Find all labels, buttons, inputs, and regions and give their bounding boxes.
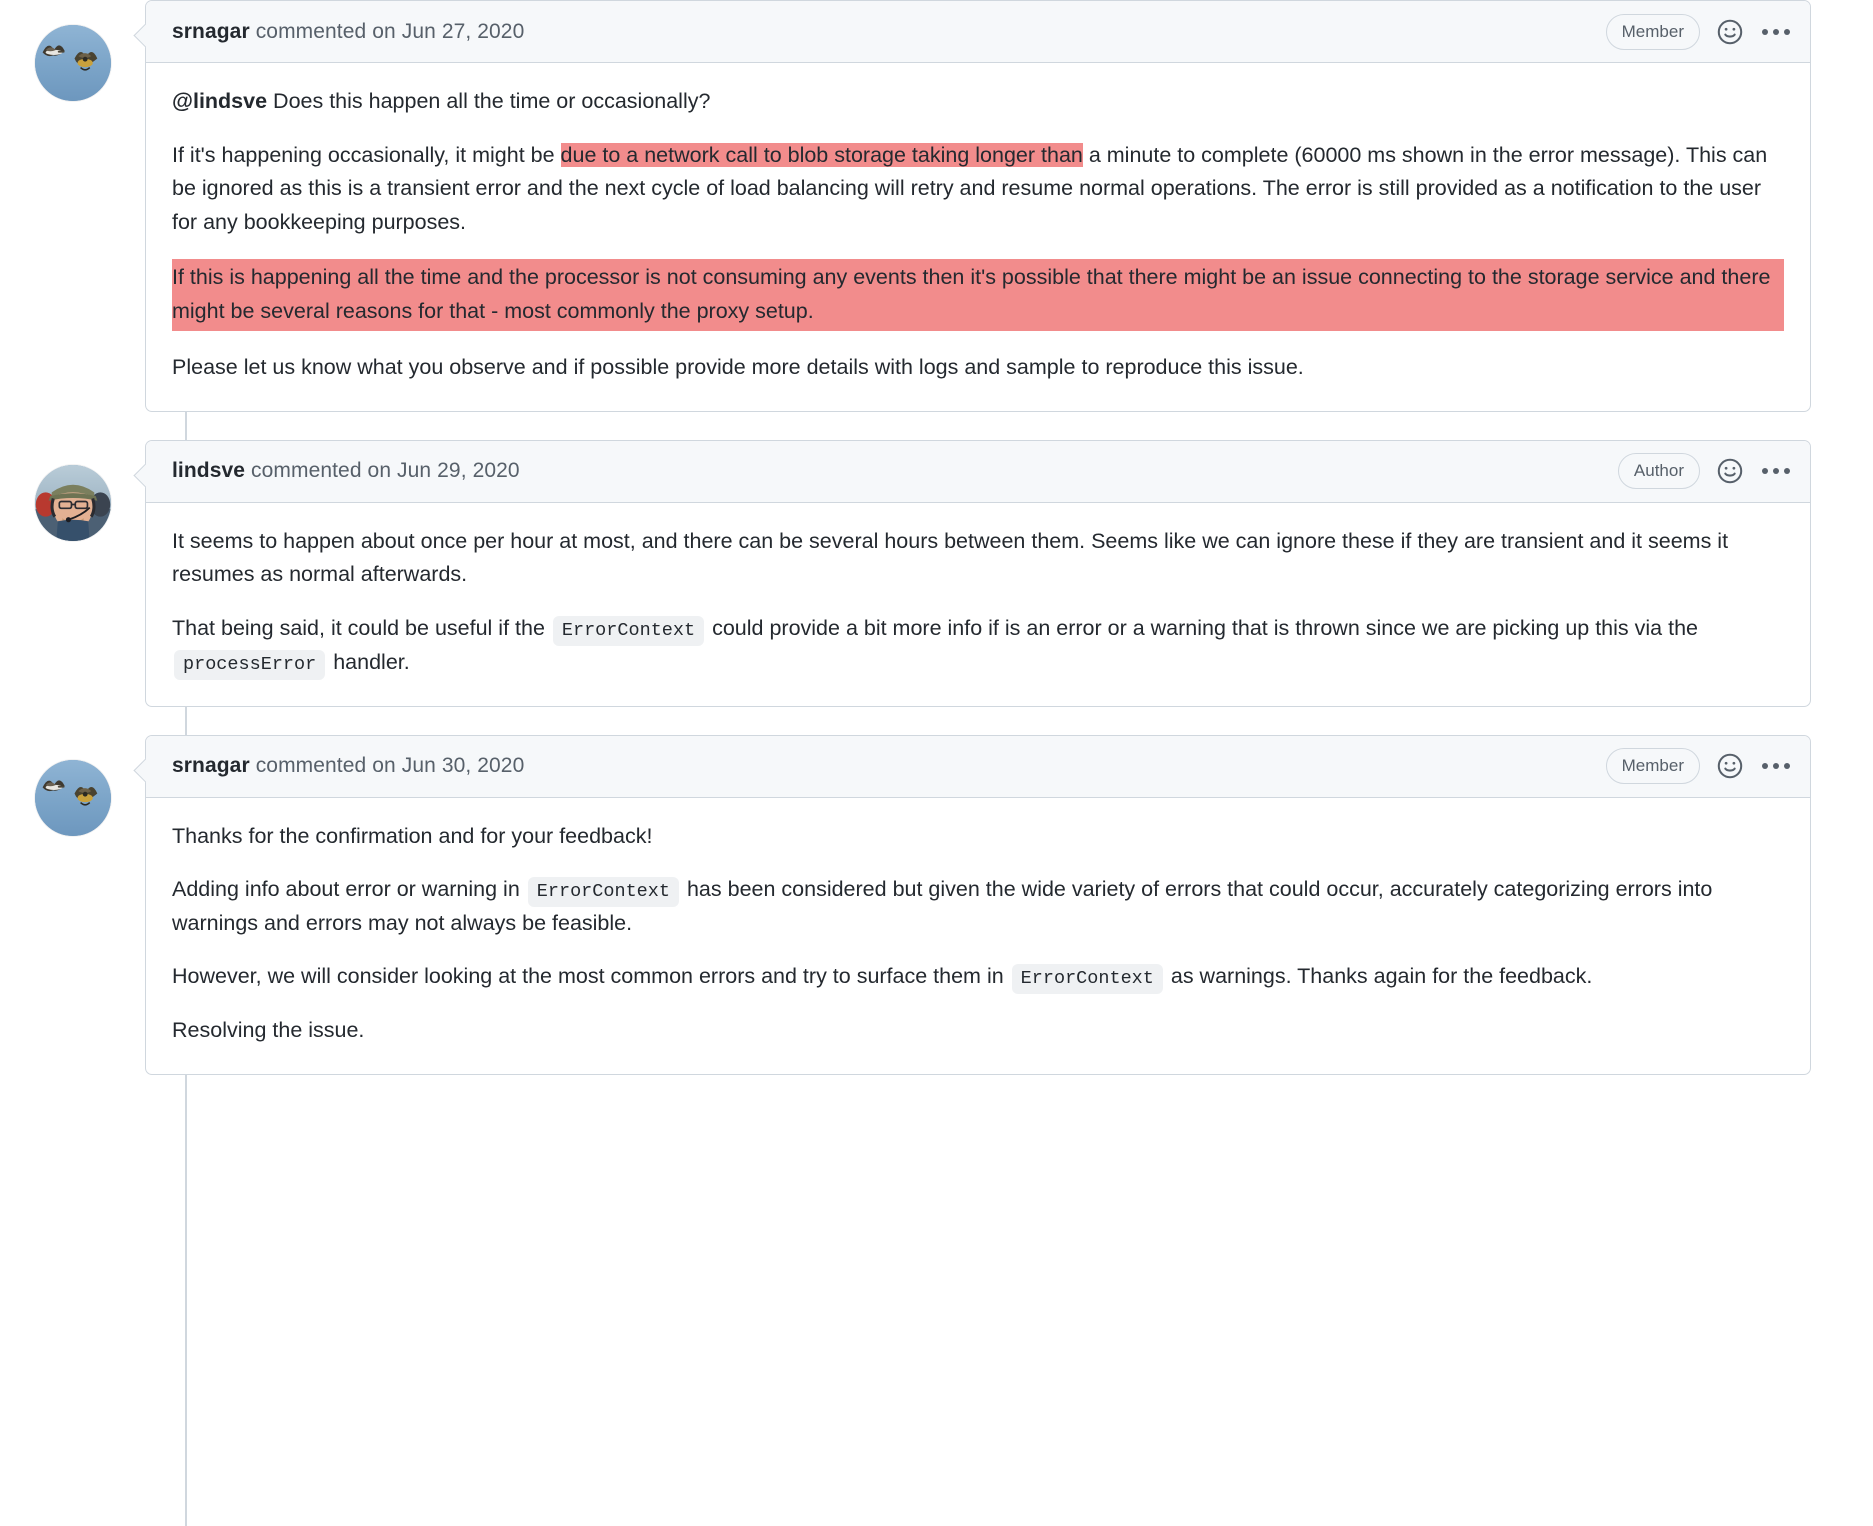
comment-body: Thanks for the confirmation and for your… bbox=[146, 798, 1810, 1074]
comment-paragraph: If it's happening occasionally, it might… bbox=[172, 139, 1784, 240]
text-run: Please let us know what you observe and … bbox=[172, 355, 1304, 380]
comment-paragraph: It seems to happen about once per hour a… bbox=[172, 525, 1784, 592]
comment-paragraph: If this is happening all the time and th… bbox=[172, 259, 1784, 332]
avatar-srnagar[interactable] bbox=[34, 25, 111, 101]
inline-code: ErrorContext bbox=[1011, 964, 1163, 995]
comment-header: lindsve commented on Jun 29, 2020 Author bbox=[146, 440, 1810, 503]
comment-author[interactable]: lindsve bbox=[172, 459, 245, 482]
kebab-horizontal-icon[interactable] bbox=[1760, 464, 1792, 478]
comment-box: lindsve commented on Jun 29, 2020 Author bbox=[145, 439, 1811, 707]
text-run: as warnings. Thanks again for the feedba… bbox=[1164, 964, 1593, 989]
comment-author[interactable]: srnagar bbox=[172, 754, 250, 777]
role-badge: Author bbox=[1617, 453, 1700, 490]
comment-paragraph: Thanks for the confirmation and for your… bbox=[172, 820, 1784, 854]
comment-timestamp: commented on Jun 29, 2020 bbox=[251, 459, 520, 483]
inline-code: ErrorContext bbox=[552, 615, 705, 646]
comment-paragraph: Please let us know what you observe and … bbox=[172, 351, 1784, 385]
text-run: Thanks for the confirmation and for your… bbox=[172, 823, 653, 848]
avatar-cell bbox=[0, 735, 145, 836]
comment-timestamp: commented on Jun 30, 2020 bbox=[255, 754, 525, 777]
comment-body: It seems to happen about once per hour a… bbox=[146, 503, 1810, 706]
text-run: If it's happening occasionally, it might… bbox=[172, 142, 561, 167]
avatar-cell bbox=[0, 0, 145, 101]
comment-byline: srnagar commented on Jun 27, 2020 bbox=[172, 20, 524, 44]
text-run: It seems to happen about once per hour a… bbox=[172, 528, 1729, 587]
smiley-icon[interactable] bbox=[1717, 458, 1743, 484]
kebab-horizontal-icon[interactable] bbox=[1760, 759, 1792, 773]
comment-paragraph: Resolving the issue. bbox=[172, 1014, 1784, 1048]
comment-author[interactable]: srnagar bbox=[172, 20, 250, 43]
avatar-srnagar[interactable] bbox=[34, 759, 111, 836]
comment-paragraph: @lindsve Does this happen all the time o… bbox=[172, 85, 1784, 119]
text-run: handler. bbox=[327, 649, 410, 674]
comment-2: lindsve commented on Jun 29, 2020 Author bbox=[0, 439, 1873, 707]
text-run: Adding info about error or warning in bbox=[172, 877, 526, 902]
comment-header-actions: Author bbox=[1617, 453, 1792, 490]
comment-byline: lindsve commented on Jun 29, 2020 bbox=[172, 459, 520, 483]
inline-code: processError bbox=[174, 649, 326, 680]
avatar-lindsve[interactable] bbox=[34, 464, 111, 541]
role-badge: Member bbox=[1605, 13, 1700, 50]
smiley-icon[interactable] bbox=[1717, 19, 1743, 45]
issue-comment-thread: srnagar commented on Jun 27, 2020 Member bbox=[0, 0, 1873, 1526]
avatar-cell bbox=[0, 440, 145, 541]
comment-header-actions: Member bbox=[1605, 13, 1792, 50]
comment-body: @lindsve Does this happen all the time o… bbox=[146, 63, 1810, 411]
text-run: If this is happening all the time and th… bbox=[172, 265, 1771, 323]
kebab-horizontal-icon[interactable] bbox=[1760, 25, 1792, 39]
text-run: However, we will consider looking at the… bbox=[172, 964, 1010, 989]
comment-paragraph: However, we will consider looking at the… bbox=[172, 960, 1784, 995]
comment-1: srnagar commented on Jun 27, 2020 Member bbox=[0, 0, 1873, 412]
comment-byline: srnagar commented on Jun 30, 2020 bbox=[172, 754, 524, 778]
comment-header-actions: Member bbox=[1605, 748, 1792, 784]
comment-paragraph: Adding info about error or warning in Er… bbox=[172, 873, 1784, 940]
user-mention[interactable]: @lindsve bbox=[172, 89, 267, 113]
role-badge: Member bbox=[1605, 748, 1700, 784]
text-run: Does this happen all the time or occasio… bbox=[267, 89, 711, 113]
comment-header: srnagar commented on Jun 30, 2020 Member bbox=[146, 735, 1810, 798]
highlighted-text: due to a network call to blob storage ta… bbox=[560, 142, 1083, 167]
text-run: Resolving the issue. bbox=[172, 1018, 365, 1043]
inline-code: ErrorContext bbox=[527, 877, 679, 908]
text-run: That being said, it could be useful if t… bbox=[172, 615, 551, 640]
comment-box: srnagar commented on Jun 27, 2020 Member bbox=[145, 0, 1811, 412]
comment-paragraph: That being said, it could be useful if t… bbox=[172, 612, 1784, 680]
comment-header: srnagar commented on Jun 27, 2020 Member bbox=[146, 1, 1810, 63]
smiley-icon[interactable] bbox=[1717, 753, 1743, 779]
comment-3: srnagar commented on Jun 30, 2020 Member bbox=[0, 734, 1873, 1075]
comment-box: srnagar commented on Jun 30, 2020 Member bbox=[145, 734, 1811, 1075]
text-run: could provide a bit more info if is an e… bbox=[706, 615, 1698, 640]
comment-timestamp: commented on Jun 27, 2020 bbox=[255, 19, 525, 43]
